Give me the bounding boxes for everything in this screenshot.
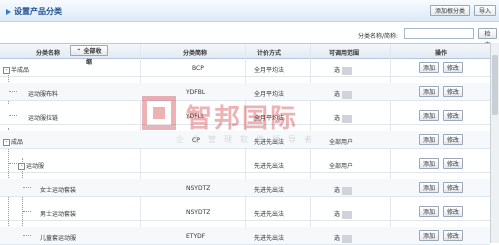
pricing-method: 先进先出法: [254, 211, 285, 218]
table-row: - 运动服 先进先出法 全部用户 添加 修改: [0, 155, 490, 173]
chevron-up-icon: ⌃: [76, 48, 82, 55]
edit-button[interactable]: 修改: [443, 110, 463, 121]
tree-node-label: 运动服布料: [28, 91, 59, 98]
edit-button[interactable]: 修改: [443, 230, 463, 241]
edit-button[interactable]: 修改: [443, 62, 463, 73]
add-child-button[interactable]: 添加: [419, 86, 439, 97]
pricing-method: 先进先出法: [254, 187, 285, 194]
tree-node-label: - 运动服: [18, 161, 44, 170]
collapse-toggle-icon[interactable]: -: [3, 139, 10, 146]
tree-line: [9, 91, 17, 92]
tree-node-label: - 成品: [3, 137, 23, 146]
tree-node-label: 女士运动套装: [40, 187, 77, 194]
edit-button[interactable]: 修改: [443, 182, 463, 193]
category-table: 分类名称 ⌃ 全部收缩 分类简称 计价方式 可调用范围 操作 - 半成品 BCP …: [0, 43, 490, 245]
category-code: NSYDTZ: [186, 209, 211, 216]
scrollbar-thumb[interactable]: [492, 55, 498, 115]
add-child-button[interactable]: 添加: [419, 62, 439, 73]
table-row: 儿童套运动服 ETYDF 先进先出法 选 添加 修改: [0, 227, 490, 245]
pricing-method: 全月平均法: [254, 67, 285, 74]
col-name-header: 分类名称: [36, 50, 61, 57]
add-child-button[interactable]: 添加: [419, 134, 439, 145]
scope-select[interactable]: 选: [334, 89, 353, 99]
add-child-button[interactable]: 添加: [419, 206, 439, 217]
vertical-scrollbar[interactable]: [490, 43, 499, 243]
category-code: YDFBL: [186, 89, 206, 96]
category-code: BCP: [192, 65, 204, 72]
scope-value-chip: [342, 90, 353, 99]
col-method-header: 计价方式: [257, 50, 282, 57]
category-code: CP: [192, 137, 200, 144]
add-child-button[interactable]: 添加: [419, 110, 439, 121]
scope-select[interactable]: 选: [334, 185, 353, 195]
import-button[interactable]: 导入: [474, 5, 496, 16]
scope-value: 全部用户: [329, 163, 354, 170]
collapse-all-button[interactable]: ⌃ 全部收缩: [70, 45, 108, 66]
tree-line: [23, 211, 31, 212]
add-child-button[interactable]: 添加: [419, 230, 439, 241]
pricing-method: 先进先出法: [254, 139, 285, 146]
tree-line: [9, 163, 17, 164]
category-code: NSYDTZ: [186, 185, 211, 192]
col-code-header: 分类简称: [183, 50, 208, 57]
pricing-method: 全月平均法: [254, 91, 285, 98]
category-code: YDFLL: [186, 113, 205, 120]
search-button[interactable]: 检索: [478, 28, 497, 49]
collapse-toggle-icon[interactable]: -: [18, 163, 25, 170]
edit-button[interactable]: 修改: [443, 134, 463, 145]
search-input[interactable]: [404, 28, 474, 39]
search-label: 分类名称/简称:: [358, 33, 399, 40]
add-root-category-button[interactable]: 添加根分类: [430, 5, 470, 16]
tree-node-label: 儿童套运动服: [40, 235, 77, 242]
collapse-toggle-icon[interactable]: -: [3, 67, 10, 74]
page-title: 设置产品分类: [6, 6, 62, 17]
scope-value: 全部用户: [329, 139, 354, 146]
table-row: - 成品 CP 先进先出法 全部用户 添加 修改: [0, 131, 490, 149]
edit-button[interactable]: 修改: [443, 206, 463, 217]
tree-line: [9, 115, 17, 116]
scope-value-chip: [342, 66, 353, 75]
pricing-method: 先进先出法: [254, 235, 285, 242]
col-action-header: 操作: [435, 50, 448, 57]
category-code: ETYDF: [186, 233, 206, 240]
scope-value-chip: [342, 186, 353, 195]
col-scope-header: 可调用范围: [329, 50, 360, 57]
pricing-method: 先进先出法: [254, 163, 285, 170]
table-row: 女士运动套装 NSYDTZ 先进先出法 选 添加 修改: [0, 179, 490, 197]
page-header: 设置产品分类 添加根分类 导入: [0, 0, 499, 22]
scope-select[interactable]: 选: [334, 65, 353, 75]
tree-line: [23, 235, 31, 236]
scope-select[interactable]: 选: [334, 113, 353, 123]
pricing-method: 全月平均法: [254, 115, 285, 122]
edit-button[interactable]: 修改: [443, 158, 463, 169]
scope-value-chip: [342, 210, 353, 219]
scope-select[interactable]: 选: [334, 233, 353, 243]
tree-node-label: - 半成品: [3, 65, 29, 74]
tree-node-label: 运动服拉链: [28, 115, 59, 122]
arrow-icon: [6, 8, 11, 15]
table-row: - 半成品 BCP 全月平均法 选 添加 修改: [0, 59, 490, 77]
tree-node-label: 男士运动套装: [40, 211, 77, 218]
scope-value-chip: [342, 114, 353, 123]
table-row: 男士运动套装 NSYDTZ 先进先出法 选 添加 修改: [0, 203, 490, 221]
add-child-button[interactable]: 添加: [419, 158, 439, 169]
table-row: 运动服拉链 YDFLL 全月平均法 选 添加 修改: [0, 107, 490, 125]
edit-button[interactable]: 修改: [443, 86, 463, 97]
add-child-button[interactable]: 添加: [419, 182, 439, 193]
scope-select[interactable]: 选: [334, 209, 353, 219]
tree-line: [23, 187, 31, 188]
scope-value-chip: [342, 234, 353, 243]
table-row: 运动服布料 YDFBL 全月平均法 选 添加 修改: [0, 83, 490, 101]
